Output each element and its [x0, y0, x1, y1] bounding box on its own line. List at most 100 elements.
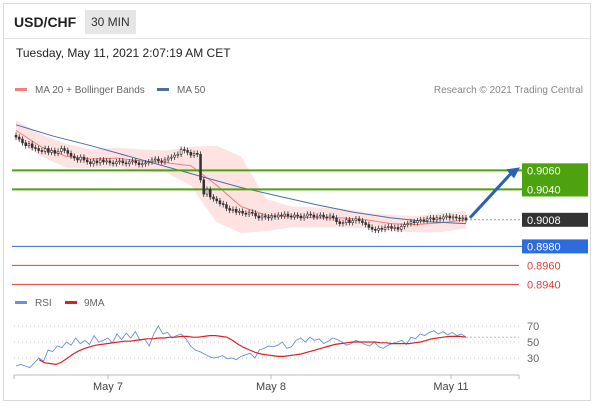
candle-body [40, 150, 44, 152]
ma50-legend-label: MA 50 [177, 85, 206, 96]
candle-body [325, 216, 329, 219]
candle-body [289, 215, 293, 218]
candle-body [144, 162, 147, 165]
candle-body [212, 196, 215, 200]
candle-body [238, 210, 241, 213]
candle-body [63, 148, 66, 151]
candle-body [102, 159, 105, 163]
candle-body [202, 179, 206, 195]
candle-body [179, 149, 183, 155]
candle-body [286, 213, 290, 217]
candle-body [409, 221, 413, 224]
candle-body [89, 161, 92, 165]
candle-body [299, 215, 303, 219]
candle-body [251, 211, 254, 214]
candle-body [455, 216, 458, 219]
candle-body [435, 217, 439, 221]
rsi-legend-swatch [15, 301, 27, 304]
candle-body [79, 156, 83, 161]
candle-body [208, 189, 212, 198]
candle-body [442, 216, 445, 220]
candle-body [422, 219, 426, 222]
rsi-series-RSI [15, 325, 467, 369]
candle-body [380, 228, 384, 230]
x-tick-label: May 7 [93, 381, 123, 393]
candle-body [309, 213, 312, 216]
candle-body [344, 219, 348, 223]
candle-body [296, 214, 299, 217]
candle-body [406, 223, 409, 225]
candle-body [150, 159, 154, 163]
candle-body [199, 153, 202, 181]
x-axis: May 7 May 8 May 11 [13, 375, 520, 393]
candle-body [348, 219, 351, 223]
candle-body [341, 222, 345, 224]
candle-body [37, 148, 40, 151]
candle-body [115, 161, 118, 165]
rsi-tick-label: 50 [527, 337, 539, 349]
forecast-arrow [468, 167, 520, 219]
rsi-ma-legend-swatch [65, 301, 77, 304]
candle-body [280, 214, 283, 217]
candle-body [128, 161, 131, 165]
candle-body [98, 159, 102, 164]
candle-body [118, 160, 121, 163]
candle-body [461, 217, 465, 220]
candle-body [383, 227, 387, 230]
candle-body [196, 153, 199, 155]
candle-body [50, 150, 53, 153]
candle-body [396, 227, 400, 230]
candle-body [322, 214, 325, 218]
level-label-0.9008: 0.9008 [527, 215, 561, 227]
candle-body [105, 160, 108, 163]
candle-body [21, 138, 24, 144]
candle-body [228, 208, 231, 211]
forecast-arrow-shaft [468, 171, 514, 219]
candle-body [412, 221, 416, 223]
candle-body [354, 218, 358, 222]
candle-body [234, 209, 238, 213]
candle-body [82, 156, 86, 161]
candle-body [458, 217, 461, 220]
candle-body [332, 215, 335, 219]
ma20-legend-label: MA 20 + Bollinger Bands [35, 85, 145, 96]
candle-body [163, 159, 167, 163]
candle-body [56, 151, 60, 154]
candle-body [231, 209, 235, 211]
candle-body [186, 150, 189, 153]
candle-body [448, 215, 452, 219]
candle-body [43, 148, 47, 152]
candle-body [361, 220, 364, 223]
candle-body [403, 224, 406, 227]
x-tick-label: May 8 [256, 381, 286, 393]
bollinger-bands [16, 120, 466, 234]
candle-body [17, 136, 21, 140]
candle-body [153, 158, 157, 161]
candle-body [241, 210, 244, 214]
ma20-legend-swatch [15, 88, 27, 91]
credit-label: Research © 2021 Trading Central [434, 85, 583, 96]
candle-body [218, 200, 222, 204]
rsi-tick-label: 70 [527, 321, 539, 333]
candle-body [451, 216, 455, 219]
candle-body [221, 203, 225, 205]
candle-body [264, 215, 267, 218]
candle-body [293, 214, 296, 218]
candle-body [374, 229, 377, 231]
candle-body [247, 211, 251, 215]
candle-body [176, 153, 180, 156]
candle-body [319, 214, 322, 217]
candle-body [302, 215, 306, 219]
candle-body [364, 222, 367, 225]
candle-body [315, 215, 319, 218]
candle-body [111, 162, 115, 165]
candle-body [338, 221, 342, 224]
candle-body [183, 149, 186, 151]
candle-body [160, 160, 163, 163]
candle-body [27, 143, 31, 147]
candle-body [34, 147, 37, 149]
candle-body [393, 227, 397, 229]
level-label-0.8960: 0.8960 [527, 260, 561, 272]
candle-body [429, 217, 432, 220]
level-label-0.8940: 0.8940 [527, 279, 561, 291]
